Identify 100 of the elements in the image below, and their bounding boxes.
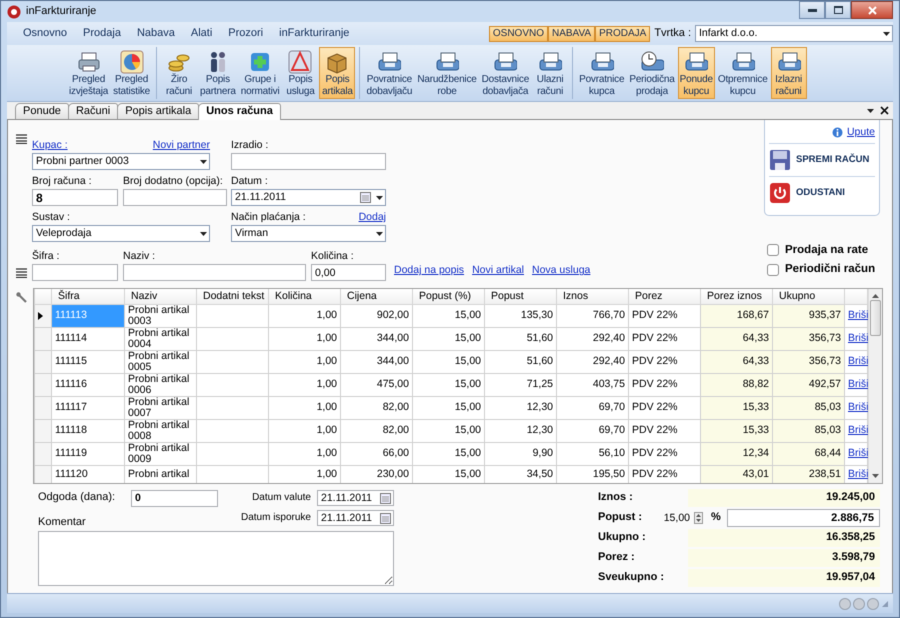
- ribbon-button[interactable]: Izlazni računi: [770, 47, 807, 99]
- table-cell: 82,00: [340, 396, 412, 419]
- maximize-button[interactable]: [825, 1, 851, 19]
- wrench-icon[interactable]: [16, 292, 28, 304]
- menu-item[interactable]: Prozori: [220, 26, 272, 40]
- ribbon-button[interactable]: Žiro računi: [161, 47, 198, 99]
- menu-item[interactable]: Prodaja: [75, 26, 129, 40]
- action-link[interactable]: Dodaj na popis: [394, 264, 464, 277]
- table-cell: 344,00: [340, 350, 412, 373]
- add-link[interactable]: Dodaj: [358, 211, 386, 224]
- input-field[interactable]: [231, 153, 386, 170]
- help-link[interactable]: Upute: [846, 126, 875, 139]
- table-cell: 51,60: [484, 350, 556, 373]
- ribbon-button[interactable]: Grupe i normativi: [238, 47, 282, 99]
- resize-grip-icon[interactable]: [881, 600, 889, 608]
- add-link[interactable]: Novi partner: [152, 139, 210, 152]
- ribbon-button[interactable]: Ulazni računi: [532, 47, 568, 99]
- date-field[interactable]: 21.11.2011: [231, 189, 386, 206]
- input-field[interactable]: [123, 264, 306, 281]
- checkbox[interactable]: [767, 244, 779, 256]
- ribbon-button[interactable]: Pregled izvještaja: [67, 47, 110, 99]
- ribbon-button[interactable]: Popis partnera: [198, 47, 238, 99]
- column-header[interactable]: Porez: [628, 289, 700, 304]
- column-header[interactable]: Porez iznos: [700, 289, 772, 304]
- company-dropdown[interactable]: Infarkt d.o.o.: [695, 25, 893, 42]
- ribbon-button[interactable]: Povratnice kupca: [577, 47, 626, 99]
- customer-link[interactable]: Kupac :: [32, 139, 68, 152]
- save-button[interactable]: SPREMI RAČUN: [769, 144, 875, 176]
- list-icon[interactable]: [16, 268, 27, 278]
- column-header[interactable]: Ukupno: [772, 289, 844, 304]
- input-field[interactable]: [32, 264, 118, 281]
- menu-item[interactable]: Alati: [182, 26, 220, 40]
- module-button[interactable]: NABAVA: [548, 26, 596, 42]
- scrollbar[interactable]: [868, 289, 882, 483]
- input-field[interactable]: 8: [32, 189, 118, 206]
- spinner-icon[interactable]: [694, 512, 703, 524]
- field-label: Odgoda (dana):: [38, 491, 116, 505]
- table-cell: 1,00: [268, 373, 340, 396]
- unit-label: %: [711, 511, 721, 525]
- menu-item[interactable]: inFarkturiranje: [271, 26, 358, 40]
- tab[interactable]: Unos računa: [198, 103, 281, 120]
- list-icon[interactable]: [16, 134, 27, 144]
- summary-label: Sveukupno :: [597, 571, 666, 585]
- scroll-down-icon: [872, 474, 879, 478]
- table-cell: 64,33: [700, 350, 772, 373]
- scroll-thumb[interactable]: [870, 300, 881, 336]
- percent-field[interactable]: 15,00: [648, 512, 690, 524]
- close-button[interactable]: [851, 1, 893, 19]
- field-label: Broj računa :: [32, 175, 92, 188]
- ribbon-button[interactable]: Ponude kupcu: [678, 47, 715, 99]
- dropdown-field[interactable]: Virman: [231, 225, 386, 242]
- date-field[interactable]: 21.11.2011: [317, 510, 394, 526]
- cancel-button[interactable]: ODUSTANI: [769, 176, 875, 209]
- summary-label: Iznos :: [597, 491, 634, 505]
- minimize-button[interactable]: [799, 1, 825, 19]
- table-cell: 1,00: [268, 350, 340, 373]
- input-field[interactable]: [123, 189, 227, 206]
- menu-item[interactable]: Osnovno: [15, 26, 76, 40]
- field-label: Datum :: [231, 175, 268, 188]
- ribbon-button[interactable]: Narudžbenice robe: [415, 47, 479, 99]
- column-header[interactable]: Popust (%): [412, 289, 484, 304]
- dropdown-field[interactable]: Veleprodaja: [32, 225, 210, 242]
- tab[interactable]: Računi: [68, 102, 118, 119]
- dropdown-icon[interactable]: [867, 108, 874, 112]
- ribbon-button[interactable]: Dostavnice dobavljača: [480, 47, 532, 99]
- calendar-icon: [360, 192, 372, 203]
- input-field[interactable]: 0: [131, 490, 218, 506]
- column-header[interactable]: Dodatni tekst: [196, 289, 268, 304]
- triangle-icon: [288, 50, 312, 74]
- column-header[interactable]: Iznos: [556, 289, 628, 304]
- tab[interactable]: Popis artikala: [117, 102, 200, 119]
- ribbon-button[interactable]: Popis artikala: [319, 47, 356, 99]
- caret-icon: [883, 32, 890, 36]
- checkbox[interactable]: [767, 264, 779, 276]
- comment-field[interactable]: [38, 531, 394, 586]
- column-header[interactable]: Količina: [268, 289, 340, 304]
- table-cell: 71,25: [484, 373, 556, 396]
- table-cell: 111116: [52, 373, 124, 396]
- ribbon-button[interactable]: Povratnice dobavljaču: [364, 47, 414, 99]
- close-icon[interactable]: [880, 106, 889, 115]
- dropdown-field[interactable]: Probni partner 0003: [32, 153, 210, 170]
- ribbon-button[interactable]: Popis usluga: [282, 47, 318, 99]
- table-cell: Probni artikal 0007: [124, 396, 196, 419]
- module-button[interactable]: PRODAJA: [595, 26, 650, 42]
- input-field[interactable]: 0,00: [311, 264, 386, 281]
- checkbox-label: Periodični račun: [785, 263, 876, 278]
- module-button[interactable]: OSNOVNO: [488, 26, 548, 42]
- tab[interactable]: Ponude: [15, 102, 69, 119]
- date-field[interactable]: 21.11.2011: [317, 490, 394, 506]
- action-link[interactable]: Nova usluga: [532, 264, 590, 277]
- ribbon-button[interactable]: Otpremnice kupcu: [716, 47, 770, 99]
- column-header[interactable]: Naziv: [124, 289, 196, 304]
- column-header[interactable]: Popust: [484, 289, 556, 304]
- ribbon-button[interactable]: Periodična prodaja: [627, 47, 677, 99]
- ribbon-button[interactable]: Pregled statistike: [111, 47, 152, 99]
- table-cell: 15,33: [700, 396, 772, 419]
- menu-item[interactable]: Nabava: [128, 26, 183, 40]
- action-link[interactable]: Novi artikal: [472, 264, 524, 277]
- column-header[interactable]: Šifra: [52, 289, 124, 304]
- column-header[interactable]: Cijena: [340, 289, 412, 304]
